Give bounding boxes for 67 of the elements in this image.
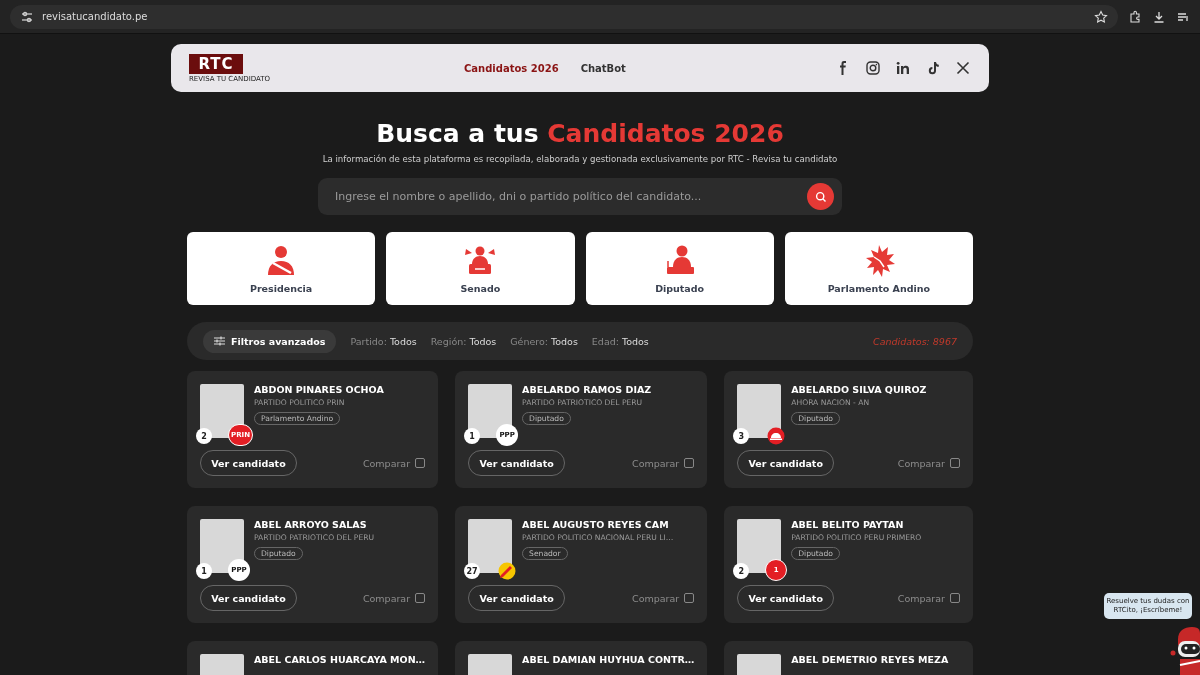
filter-value[interactable]: Región: Todos [430, 335, 497, 347]
helmet-logo-icon [767, 427, 786, 445]
list-number: 1 [464, 428, 481, 444]
compare-checkbox[interactable] [415, 458, 426, 468]
photo-placeholder [737, 384, 782, 438]
compare-checkbox[interactable] [950, 458, 960, 468]
category-label: Diputado [655, 283, 705, 294]
nav-link[interactable]: Candidatos 2026 [464, 62, 559, 74]
compare-label: Comparar [362, 592, 411, 604]
category-label: Parlamento Andino [827, 283, 931, 294]
category-card[interactable]: Senado [386, 232, 575, 305]
category-card[interactable]: Parlamento Andino [784, 232, 973, 305]
page-heading: Busca a tus Candidatos 2026 [375, 118, 785, 150]
download-icon[interactable] [1152, 9, 1166, 24]
robot-mascot-icon[interactable] [1170, 625, 1200, 675]
candidate-name: ABEL DEMETRIO REYES MEZA [791, 654, 949, 665]
list-number: 2 [196, 428, 212, 444]
site-settings-icon[interactable] [20, 9, 34, 24]
pencil-logo-icon [498, 562, 517, 580]
list-number: 3 [733, 428, 750, 444]
candidate-name: ABEL DAMIAN HUYHUA CONTR… [522, 654, 695, 665]
nav-link[interactable]: ChatBot [580, 62, 626, 74]
candidate-name: ABEL AUGUSTO REYES CAM [522, 519, 670, 530]
compare-label: Comparar [362, 457, 411, 469]
photo-placeholder [468, 384, 513, 438]
photo-placeholder [468, 519, 513, 573]
logo-text: RTC [189, 53, 243, 74]
url-text: revisatucandidato.pe [42, 11, 148, 22]
advanced-filters-button[interactable]: Filtros avanzados [203, 329, 337, 353]
list-number: 2 [733, 563, 750, 579]
compare-label: Comparar [897, 592, 945, 604]
compare-checkbox[interactable] [415, 593, 426, 603]
search-icon[interactable] [814, 190, 827, 203]
candidate-name: ABEL ARROYO SALAS [254, 519, 368, 530]
category-label: Senado [460, 283, 501, 294]
candidate-count: Candidatos: 8967 [873, 335, 957, 347]
compare-checkbox[interactable] [684, 458, 695, 468]
search-button[interactable] [807, 183, 834, 210]
category-card[interactable]: Presidencia [187, 232, 376, 305]
category-card[interactable]: Diputado [585, 232, 774, 305]
star-icon[interactable] [1094, 9, 1108, 24]
compare-label: Comparar [632, 592, 680, 604]
filter-value[interactable]: Género: Todos [510, 335, 578, 347]
compare-checkbox[interactable] [684, 593, 695, 603]
list-number: 1 [196, 563, 212, 579]
filter-value[interactable]: Partido: Todos [350, 335, 417, 347]
compare-label: Comparar [632, 457, 680, 469]
filter-value[interactable]: Edad: Todos [591, 335, 649, 347]
search-input[interactable]: Ingrese el nombre o apellido, dni o partido político del candidato... [333, 189, 807, 204]
compare-label: Comparar [897, 457, 945, 469]
candidate-name: ABEL BELITO PAYTAN [791, 519, 905, 530]
candidate-name: ABDON PINARES OCHOA [254, 384, 384, 395]
instagram-icon[interactable] [865, 60, 881, 76]
compare-checkbox[interactable] [950, 593, 960, 603]
disclaimer-text: La información de esta plataforma es recopilada, elaborada y gestionada exclusivamente por RTC - Revisa tu candidato [321, 154, 839, 164]
extensions-icon[interactable] [1128, 9, 1142, 24]
candidate-name: ABELARDO SILVA QUIROZ [791, 384, 927, 395]
address-bar[interactable]: revisatucandidato.pe [10, 4, 1118, 29]
x-icon[interactable] [955, 60, 971, 76]
category-label: Presidencia [249, 283, 313, 294]
linkedin-icon[interactable] [895, 60, 911, 76]
sliders-icon[interactable] [214, 336, 225, 346]
search-field[interactable]: Ingrese el nombre o apellido, dni o partido político del candidato... [318, 178, 842, 215]
candidate-name: ABELARDO RAMOS DIAZ [522, 384, 652, 395]
candidate-name: ABEL CARLOS HUARCAYA MON… [254, 654, 426, 665]
list-number: 27 [464, 563, 481, 579]
photo-placeholder [737, 519, 782, 573]
